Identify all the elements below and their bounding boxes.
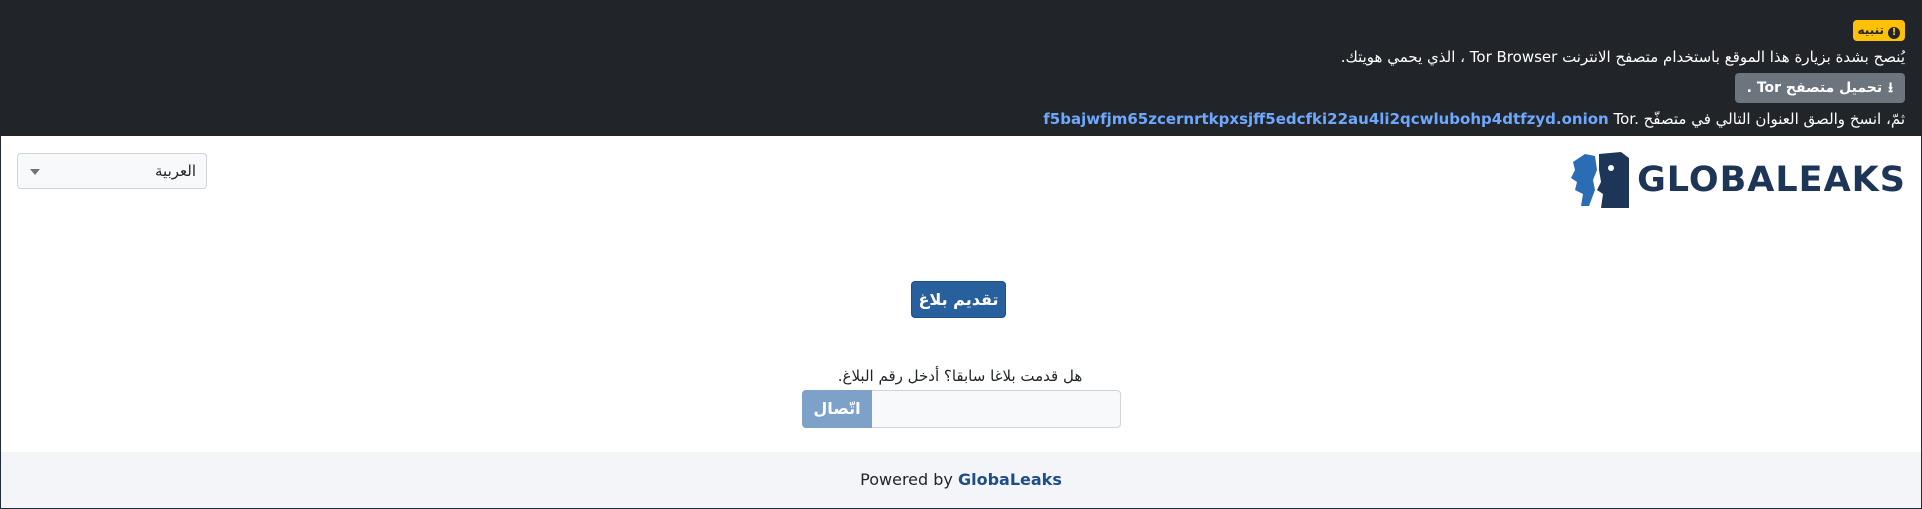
- footer: Powered by GlobaLeaks: [1, 452, 1921, 508]
- tor-browser-name: Tor Browser: [1469, 48, 1558, 66]
- site-logo[interactable]: GLOBALEAKS: [1571, 150, 1906, 210]
- receipt-input[interactable]: [872, 390, 1121, 428]
- tor-recommendation-text: يُنصح بشدة بزيارة هذا الموقع باستخدام مت…: [17, 47, 1905, 67]
- warning-badge-label: تنبيه: [1857, 23, 1884, 37]
- warning-icon: !: [1888, 27, 1900, 39]
- caret-down-icon: [30, 169, 40, 175]
- logo-text: GLOBALEAKS: [1637, 160, 1906, 200]
- tor-text-after: ، الذي يحمي هويتك.: [1340, 48, 1465, 66]
- onion-text-after: Tor.: [1613, 110, 1639, 128]
- onion-instruction-text: ثمّ، انسخ والصق العنوان التالي في متصفّح…: [17, 109, 1905, 129]
- submit-report-button[interactable]: تقديم بلاغ: [911, 281, 1006, 318]
- powered-by-text: Powered by: [860, 470, 953, 489]
- globaleaks-footer-link[interactable]: GlobaLeaks: [958, 470, 1062, 489]
- download-icon: ⭳: [1888, 80, 1893, 96]
- download-tor-label: تحميل متصفح Tor .: [1746, 80, 1883, 96]
- onion-text-before: ثمّ، انسخ والصق العنوان التالي في متصفّح: [1643, 110, 1905, 128]
- warning-badge: ! تنبيه: [1852, 20, 1905, 41]
- language-select[interactable]: العربية: [17, 153, 207, 189]
- tor-text-before: يُنصح بشدة بزيارة هذا الموقع باستخدام مت…: [1562, 48, 1905, 66]
- download-tor-button[interactable]: ⭳ تحميل متصفح Tor .: [1734, 73, 1905, 103]
- tor-warning-banner: ! تنبيه يُنصح بشدة بزيارة هذا الموقع باست…: [0, 0, 1922, 136]
- language-selected-value: العربية: [155, 162, 196, 180]
- receipt-question-label: هل قدمت بلاغا سابقا؟ أدخل رقم البلاغ.: [837, 367, 1083, 385]
- globaleaks-logo-icon: [1571, 152, 1630, 208]
- onion-address-link[interactable]: f5bajwfjm65zcernrtkpxsjff5edcfki22au4li2…: [1043, 110, 1608, 128]
- connect-button[interactable]: اتّصال: [802, 390, 872, 428]
- receipt-login-group: اتّصال: [802, 390, 1121, 428]
